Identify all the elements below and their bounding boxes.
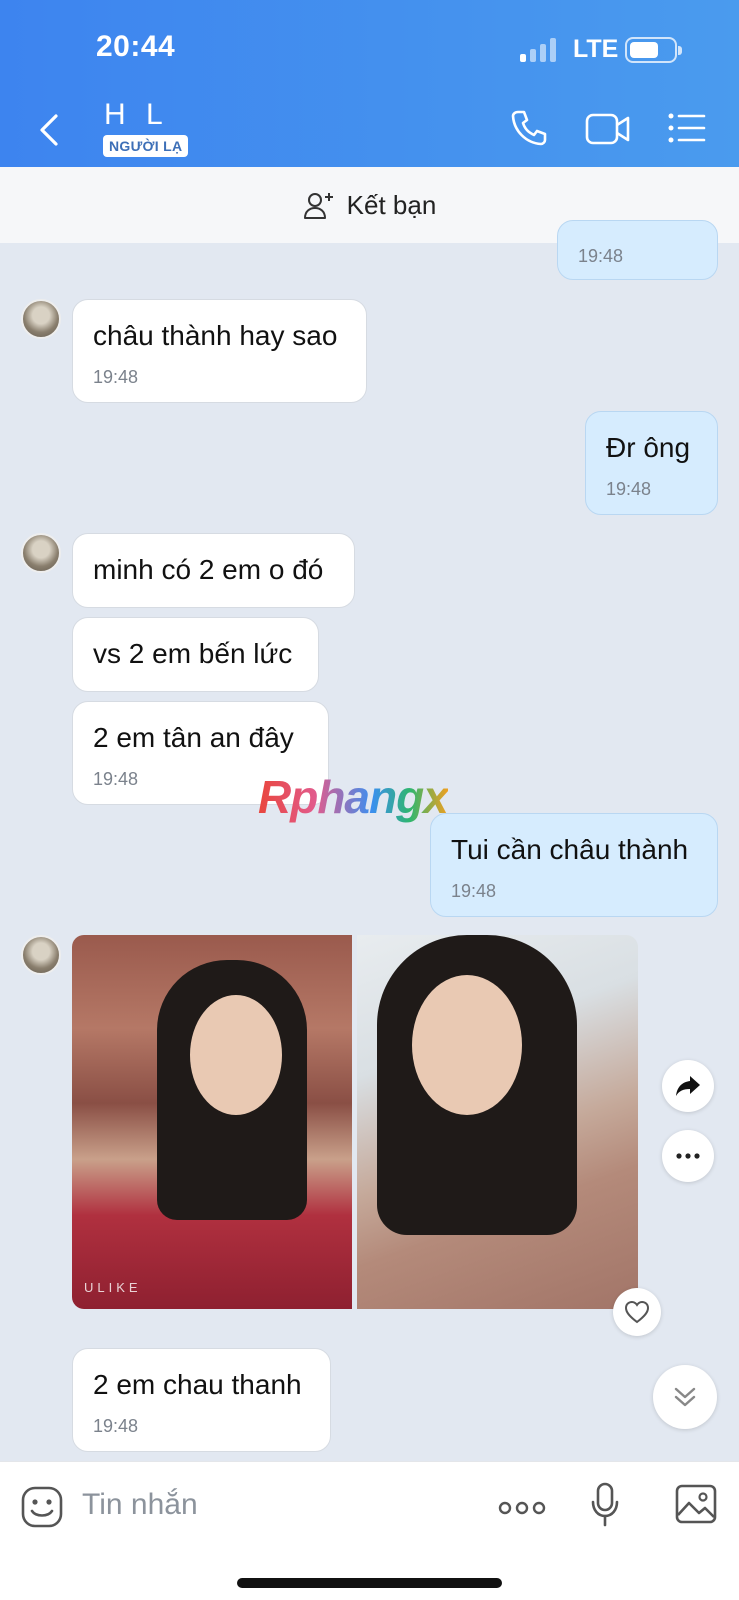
image-icon [675, 1484, 717, 1524]
sticker-button[interactable] [21, 1486, 63, 1533]
menu-list-icon [668, 113, 706, 143]
message-bubble-out[interactable]: Tui cần châu thành 19:48 [430, 813, 718, 917]
status-time: 20:44 [96, 30, 176, 63]
message-text: Tui cần châu thành [451, 834, 689, 865]
message-text: 2 em tân an đây [93, 722, 294, 753]
heart-icon [624, 1300, 650, 1324]
message-bubble-in[interactable]: châu thành hay sao 19:48 [72, 299, 367, 403]
message-time: 19:48 [93, 1416, 139, 1436]
voice-button[interactable] [590, 1482, 620, 1533]
message-time: 19:48 [578, 246, 624, 266]
avatar[interactable] [21, 299, 61, 339]
photo-caption: ULIKE [84, 1280, 142, 1295]
watermark: Rphangx [258, 771, 449, 823]
message-time: 19:48 [93, 367, 139, 387]
contact-name[interactable]: H L [104, 98, 169, 132]
message-bubble-in[interactable]: minh có 2 em o đó [72, 533, 355, 608]
add-friend-label: Kết bạn [346, 189, 437, 220]
more-dots-icon [498, 1501, 546, 1515]
message-bubble-in[interactable]: vs 2 em bến lức [72, 617, 319, 692]
more-actions-button[interactable] [498, 1500, 546, 1521]
stranger-badge: NGƯỜI LẠ [103, 135, 189, 157]
sticker-icon [21, 1486, 63, 1528]
gallery-button[interactable] [675, 1484, 717, 1529]
video-call-icon [585, 113, 630, 145]
message-text: 2 em chau thanh [93, 1369, 302, 1400]
back-icon [40, 114, 58, 146]
photo-thumbnail[interactable] [357, 935, 638, 1309]
battery-icon [625, 37, 682, 63]
message-bubble-out[interactable]: Đr ông 19:48 [585, 411, 718, 515]
microphone-icon [591, 1482, 619, 1527]
avatar[interactable] [21, 935, 61, 975]
chat-header: 20:44 LTE H L NGƯỜI LẠ [0, 0, 739, 167]
call-button[interactable] [509, 108, 549, 153]
double-chevron-down-icon [674, 1387, 696, 1407]
home-indicator[interactable] [237, 1578, 502, 1588]
message-text: vs 2 em bến lức [93, 638, 293, 669]
back-button[interactable] [36, 112, 66, 148]
avatar[interactable] [21, 533, 61, 573]
message-time: 19:48 [451, 881, 497, 901]
react-button[interactable] [613, 1288, 661, 1336]
forward-icon [676, 1076, 700, 1096]
signal-icon [520, 36, 560, 62]
message-text: châu thành hay sao [93, 320, 338, 351]
message-time: 19:48 [606, 479, 652, 499]
message-bubble-in[interactable]: 2 em chau thanh 19:48 [72, 1348, 331, 1452]
share-button[interactable] [662, 1060, 714, 1112]
menu-button[interactable] [668, 112, 706, 149]
network-label: LTE [573, 35, 619, 63]
message-text: Đr ông [606, 432, 691, 463]
add-friend-icon [303, 193, 333, 219]
scroll-down-button[interactable] [653, 1365, 717, 1429]
more-dots-icon [676, 1153, 700, 1159]
message-input[interactable]: Tin nhắn [82, 1488, 198, 1522]
phone-icon [511, 110, 547, 146]
message-text: minh có 2 em o đó [93, 554, 324, 585]
photo-thumbnail[interactable]: ULIKE [72, 935, 352, 1309]
more-options-button[interactable] [662, 1130, 714, 1182]
video-call-button[interactable] [585, 112, 631, 151]
message-time: 19:48 [93, 769, 139, 789]
message-bubble-out[interactable]: 19:48 [557, 220, 718, 280]
